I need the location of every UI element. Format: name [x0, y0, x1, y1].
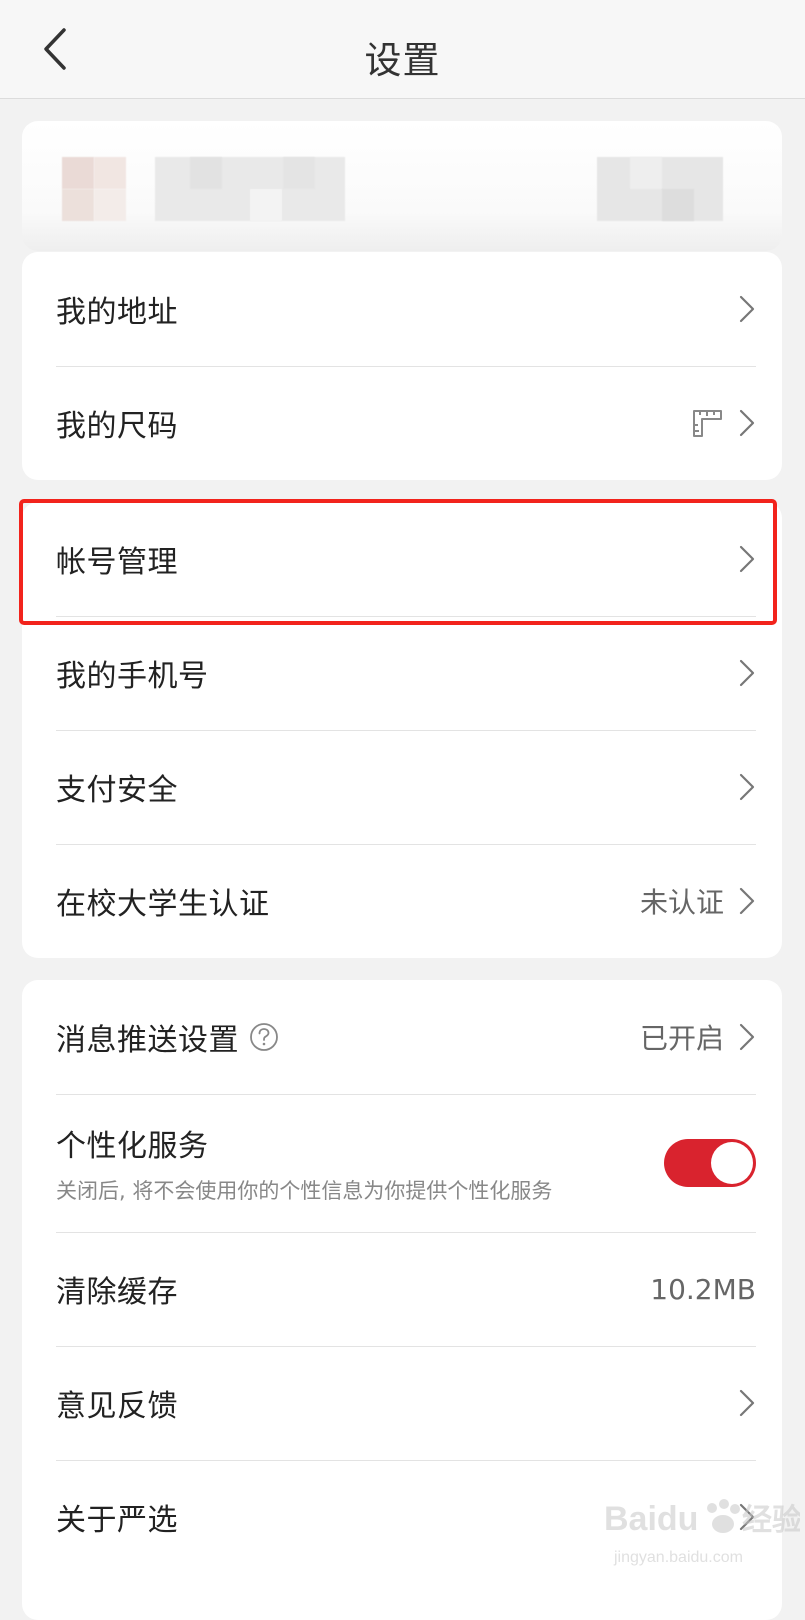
chevron-right-icon [739, 887, 755, 915]
personalized-service-label: 个性化服务 [56, 1129, 209, 1164]
cache-size: 10.2MB [650, 1272, 756, 1306]
student-verification-label: 在校大学生认证 [56, 887, 270, 922]
personalized-service-text: 个性化服务 关闭后, 将不会使用你的个性信息为你提供个性化服务 [56, 1121, 552, 1205]
personalized-service-row: 个性化服务 关闭后, 将不会使用你的个性信息为你提供个性化服务 [22, 1094, 782, 1232]
my-size-row[interactable]: 我的尺码 [22, 366, 782, 480]
address-size-group: 我的地址 我的尺码 [22, 252, 782, 480]
account-security-group: 帐号管理 我的手机号 支付安全 在校大学生认证 未认证 [22, 502, 782, 958]
student-verification-row[interactable]: 在校大学生认证 未认证 [22, 844, 782, 958]
my-size-label: 我的尺码 [56, 409, 178, 444]
chevron-right-icon [739, 1023, 755, 1051]
chevron-right-icon [739, 1389, 755, 1417]
page-title: 设置 [364, 39, 441, 82]
my-address-row[interactable]: 我的地址 [22, 252, 782, 366]
question-circle-icon[interactable] [249, 1022, 279, 1052]
clear-cache-row[interactable]: 清除缓存 10.2MB [22, 1232, 782, 1346]
baidu-watermark: Baidu 经验 jingyan.baidu.com [604, 1499, 800, 1566]
top-bar: 设置 [0, 0, 805, 99]
payment-security-label: 支付安全 [56, 773, 178, 808]
feedback-row[interactable]: 意见反馈 [22, 1346, 782, 1460]
personalized-service-toggle[interactable] [664, 1139, 756, 1187]
chevron-right-icon [739, 773, 755, 801]
chevron-right-icon [739, 409, 755, 437]
profile-card[interactable] [0, 115, 805, 255]
account-management-row[interactable]: 帐号管理 [22, 502, 782, 616]
watermark-url: jingyan.baidu.com [613, 1549, 743, 1566]
my-address-label: 我的地址 [56, 295, 178, 330]
ruler-icon [693, 410, 722, 437]
clear-cache-label: 清除缓存 [56, 1275, 178, 1310]
chevron-right-icon [739, 545, 755, 573]
chevron-right-icon [739, 295, 755, 323]
toggle-knob [711, 1142, 753, 1184]
about-label: 关于严选 [56, 1503, 178, 1538]
watermark-cn: 经验 [742, 1503, 800, 1537]
personalized-service-description: 关闭后, 将不会使用你的个性信息为你提供个性化服务 [56, 1179, 553, 1203]
account-management-label: 帐号管理 [56, 545, 178, 580]
my-phone-label: 我的手机号 [56, 659, 209, 694]
student-verification-status: 未认证 [639, 886, 724, 919]
watermark-brand: Baidu [604, 1500, 698, 1538]
push-settings-label: 消息推送设置 [56, 1023, 239, 1058]
feedback-label: 意见反馈 [56, 1389, 178, 1424]
payment-security-row[interactable]: 支付安全 [22, 730, 782, 844]
chevron-right-icon [739, 659, 755, 687]
paw-icon [707, 1499, 740, 1533]
my-phone-row[interactable]: 我的手机号 [22, 616, 782, 730]
push-settings-status: 已开启 [639, 1022, 724, 1055]
push-settings-row[interactable]: 消息推送设置 已开启 [22, 980, 782, 1094]
